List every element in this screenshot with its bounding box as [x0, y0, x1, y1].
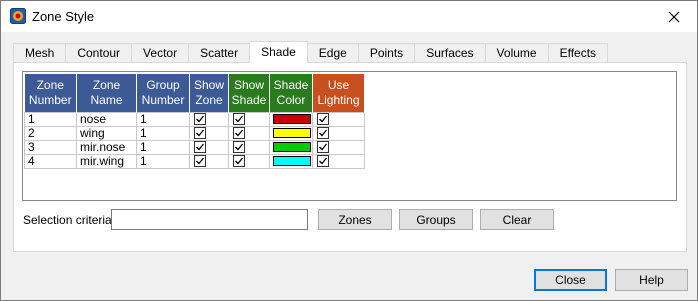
tab-shade[interactable]: Shade	[249, 41, 308, 63]
show-shade-checkbox[interactable]	[233, 155, 245, 168]
show-shade-cell	[228, 125, 270, 141]
use-lighting-checkbox[interactable]	[317, 141, 329, 154]
shade-tab-panel: Zone Number Zone Name Group Number Show …	[13, 62, 687, 252]
shade-color-swatch[interactable]	[273, 128, 311, 139]
group-number-cell[interactable]: 1	[136, 139, 190, 155]
use-lighting-cell	[312, 111, 365, 127]
tab-strip: Mesh Contour Vector Scatter Shade Edge P…	[13, 41, 609, 63]
zone-name-cell[interactable]: nose	[76, 111, 137, 127]
show-shade-checkbox[interactable]	[233, 113, 245, 126]
show-zone-cell	[189, 111, 229, 127]
tab-surfaces[interactable]: Surfaces	[414, 43, 486, 63]
tab-contour[interactable]: Contour	[65, 43, 133, 63]
tab-points[interactable]: Points	[357, 43, 416, 63]
zone-table: Zone Number Zone Name Group Number Show …	[24, 74, 365, 169]
window-close-icon[interactable]	[651, 1, 697, 32]
tab-mesh[interactable]: Mesh	[13, 43, 67, 63]
show-shade-checkbox[interactable]	[233, 141, 245, 154]
show-shade-checkbox[interactable]	[233, 127, 245, 140]
groups-button[interactable]: Groups	[399, 209, 473, 230]
shade-color-swatch[interactable]	[273, 156, 311, 167]
zone-number-cell[interactable]: 4	[24, 153, 77, 169]
zone-number-cell[interactable]: 1	[24, 111, 77, 127]
zone-name-cell[interactable]: wing	[76, 125, 137, 141]
shade-color-cell	[269, 139, 313, 155]
zone-style-dialog: Zone Style Mesh Contour Vector Scatter S…	[0, 0, 698, 301]
table-row[interactable]: 4 mir.wing 1	[24, 153, 365, 169]
app-icon	[10, 8, 26, 24]
group-number-cell[interactable]: 1	[136, 153, 190, 169]
close-button[interactable]: Close	[534, 269, 607, 291]
header-shade-color[interactable]: Shade Color	[269, 74, 313, 112]
window-title: Zone Style	[32, 9, 95, 24]
shade-color-cell	[269, 125, 313, 141]
header-show-zone[interactable]: Show Zone	[189, 74, 229, 112]
zone-name-cell[interactable]: mir.wing	[76, 153, 137, 169]
clear-button[interactable]: Clear	[480, 209, 554, 230]
group-number-cell[interactable]: 1	[136, 111, 190, 127]
header-show-shade[interactable]: Show Shade	[228, 74, 270, 112]
use-lighting-checkbox[interactable]	[317, 113, 329, 126]
use-lighting-checkbox[interactable]	[317, 127, 329, 140]
zone-grid: Zone Number Zone Name Group Number Show …	[22, 71, 677, 201]
tab-edge[interactable]: Edge	[306, 43, 359, 63]
zone-name-cell[interactable]: mir.nose	[76, 139, 137, 155]
show-zone-checkbox[interactable]	[194, 127, 206, 140]
show-zone-checkbox[interactable]	[194, 155, 206, 168]
header-use-lighting[interactable]: Use Lighting	[312, 74, 365, 112]
show-zone-cell	[189, 139, 229, 155]
show-zone-cell	[189, 125, 229, 141]
use-lighting-cell	[312, 139, 365, 155]
title-bar: Zone Style	[1, 1, 697, 32]
show-zone-checkbox[interactable]	[194, 141, 206, 154]
use-lighting-checkbox[interactable]	[317, 155, 329, 168]
table-row[interactable]: 3 mir.nose 1	[24, 139, 365, 155]
show-shade-cell	[228, 111, 270, 127]
header-zone-name[interactable]: Zone Name	[76, 74, 137, 112]
tab-scatter[interactable]: Scatter	[188, 43, 251, 63]
shade-color-swatch[interactable]	[273, 142, 311, 153]
help-button[interactable]: Help	[615, 269, 688, 291]
selection-criteria-label: Selection criteria:	[23, 213, 116, 227]
header-zone-number[interactable]: Zone Number	[24, 74, 77, 112]
zone-number-cell[interactable]: 2	[24, 125, 77, 141]
show-zone-cell	[189, 153, 229, 169]
table-row[interactable]: 1 nose 1	[24, 111, 365, 127]
show-shade-cell	[228, 153, 270, 169]
tab-effects[interactable]: Effects	[547, 43, 609, 63]
selection-criteria-input[interactable]	[111, 209, 308, 230]
header-group-number[interactable]: Group Number	[136, 74, 190, 112]
use-lighting-cell	[312, 125, 365, 141]
group-number-cell[interactable]: 1	[136, 125, 190, 141]
show-shade-cell	[228, 139, 270, 155]
show-zone-checkbox[interactable]	[194, 113, 206, 126]
shade-color-cell	[269, 153, 313, 169]
tab-vector[interactable]: Vector	[131, 43, 190, 63]
zones-button[interactable]: Zones	[318, 209, 392, 230]
table-row[interactable]: 2 wing 1	[24, 125, 365, 141]
use-lighting-cell	[312, 153, 365, 169]
tab-volume[interactable]: Volume	[484, 43, 549, 63]
shade-color-cell	[269, 111, 313, 127]
shade-color-swatch[interactable]	[273, 114, 311, 125]
zone-number-cell[interactable]: 3	[24, 139, 77, 155]
